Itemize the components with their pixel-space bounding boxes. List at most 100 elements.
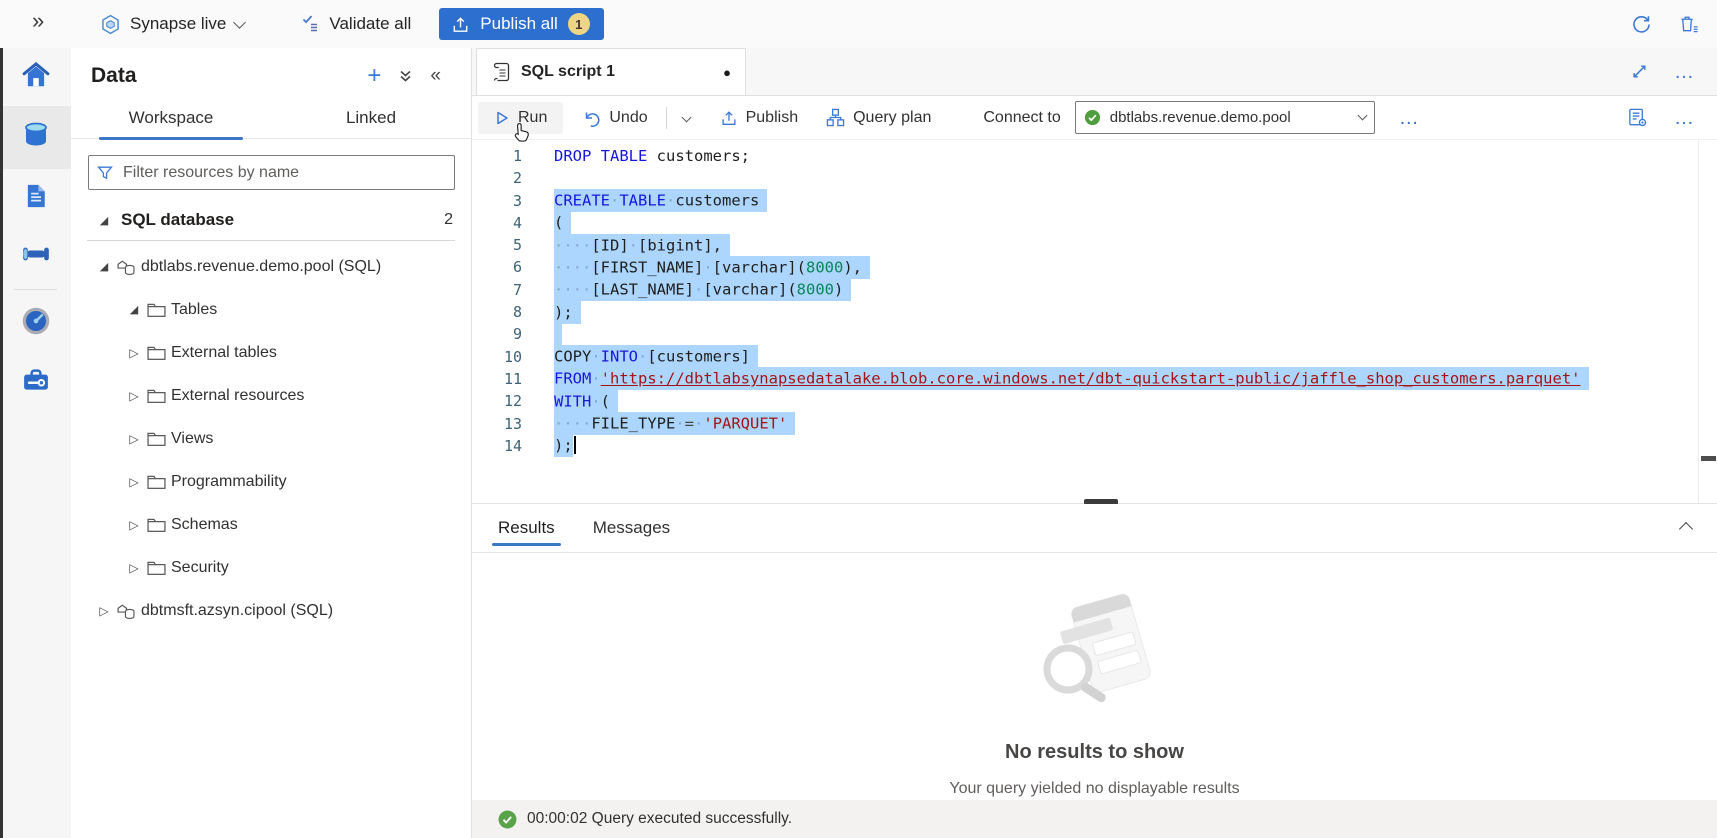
publish-icon xyxy=(720,109,738,127)
expand-node-icon[interactable]: ▷ xyxy=(127,432,141,446)
toolbar-more-icon[interactable]: … xyxy=(1399,113,1420,123)
no-results-illustration xyxy=(1020,593,1170,723)
toolbox-icon xyxy=(21,365,51,398)
code-line[interactable]: 1DROP TABLE customers; xyxy=(472,145,1717,167)
expand-node-icon[interactable]: ▷ xyxy=(127,346,141,360)
collapse-node-icon[interactable]: ◢ xyxy=(97,214,111,227)
undo-button[interactable]: Undo xyxy=(573,102,657,134)
sql-database-section[interactable]: ◢ SQL database 2 xyxy=(71,200,471,240)
tree-item-schemas[interactable]: ▷Schemas xyxy=(71,503,471,546)
tree-item-dbtlabs-revenue-demo-pool-sql[interactable]: ◢dbtlabs.revenue.demo.pool (SQL) xyxy=(71,245,471,288)
line-number: 10 xyxy=(472,346,530,368)
publish-button[interactable]: Publish xyxy=(710,102,808,134)
code-editor[interactable]: 1DROP TABLE customers;23CREATE·TABLE·cus… xyxy=(472,140,1717,503)
text-cursor xyxy=(574,436,576,454)
tab-sql-script-1[interactable]: SQL script 1 ● xyxy=(476,48,746,95)
publish-all-button[interactable]: Publish all 1 xyxy=(439,8,604,40)
collapse-panel-icon[interactable]: « xyxy=(430,65,441,87)
code-line[interactable]: 14); xyxy=(472,435,1717,457)
expand-node-icon[interactable]: ▷ xyxy=(127,389,141,403)
code-line[interactable]: 5····[ID]·[bigint], xyxy=(472,234,1717,256)
tree-item-external-tables[interactable]: ▷ External tables xyxy=(71,331,471,374)
toolbar-divider xyxy=(666,107,667,129)
code-line[interactable]: 12WITH·( xyxy=(472,390,1717,412)
line-number: 8 xyxy=(472,301,530,323)
nav-data[interactable] xyxy=(0,106,71,169)
code-line[interactable]: 2 xyxy=(472,167,1717,189)
code-line[interactable]: 11FROM·'https://dbtlabsynapsedatalake.bl… xyxy=(472,368,1717,390)
tab-workspace[interactable]: Workspace xyxy=(71,98,271,138)
tree-item-label: External tables xyxy=(171,344,277,362)
collapse-results-icon[interactable] xyxy=(1681,518,1691,539)
editor-tab-bar: SQL script 1 ● … xyxy=(472,48,1717,96)
tree-item-security[interactable]: ▷Security xyxy=(71,546,471,589)
pool-icon xyxy=(111,602,141,620)
line-number: 6 xyxy=(472,256,530,278)
tree-item-dbtmsft-azsyn-cipool-sql[interactable]: ▷dbtmsft.azsyn.cipool (SQL) xyxy=(71,589,471,632)
tree-item-views[interactable]: ▷Views xyxy=(71,417,471,460)
filter-funnel-icon xyxy=(97,165,113,181)
nav-integrate[interactable] xyxy=(0,227,71,285)
code-line[interactable]: 6····[FIRST_NAME]·[varchar](8000), xyxy=(472,256,1717,278)
undo-dropdown-icon[interactable] xyxy=(681,113,691,123)
editor-toolbar: Run Undo Publish Query plan xyxy=(472,96,1717,140)
tree-item-external-resources[interactable]: ▷External resources xyxy=(71,374,471,417)
tree-item-programmability[interactable]: ▷Programmability xyxy=(71,460,471,503)
left-nav-rail xyxy=(0,48,72,838)
nav-home[interactable] xyxy=(0,48,71,106)
line-number: 9 xyxy=(472,323,530,345)
section-count: 2 xyxy=(444,211,453,229)
expand-node-icon[interactable]: ▷ xyxy=(127,561,141,575)
line-number: 11 xyxy=(472,368,530,390)
publish-label: Publish xyxy=(746,109,798,127)
connect-to-label: Connect to xyxy=(983,109,1060,127)
expand-rail-icon[interactable]: » xyxy=(32,8,44,34)
tab-results[interactable]: Results xyxy=(486,504,567,552)
add-resource-icon[interactable]: + xyxy=(367,67,381,85)
tab-linked[interactable]: Linked xyxy=(271,98,471,138)
collapse-node-icon[interactable]: ◢ xyxy=(127,303,141,316)
line-number: 2 xyxy=(472,167,530,189)
line-number: 13 xyxy=(472,413,530,435)
expand-node-icon[interactable]: ▷ xyxy=(127,475,141,489)
query-status-bar: 00:00:02 Query executed successfully. xyxy=(472,800,1717,838)
publish-all-label: Publish all xyxy=(480,14,558,34)
expand-editor-icon[interactable] xyxy=(1631,63,1648,80)
expand-node-icon[interactable]: ▷ xyxy=(127,518,141,532)
code-line[interactable]: 13····FILE_TYPE·=·'PARQUET' xyxy=(472,413,1717,435)
collapse-node-icon[interactable]: ◢ xyxy=(97,260,111,273)
collapse-all-icon[interactable] xyxy=(398,68,413,84)
editor-scrollbar-thumb[interactable] xyxy=(1701,456,1716,461)
tab-more-icon[interactable]: … xyxy=(1674,67,1695,77)
synapse-live-dropdown[interactable]: Synapse live xyxy=(100,14,244,35)
tab-messages[interactable]: Messages xyxy=(581,504,682,552)
nav-manage[interactable] xyxy=(0,352,71,410)
properties-icon[interactable] xyxy=(1627,107,1648,128)
unsaved-dot-icon: ● xyxy=(723,65,731,80)
line-number: 3 xyxy=(472,190,530,212)
tree-item-tables[interactable]: ◢Tables xyxy=(71,288,471,331)
discard-trash-icon[interactable] xyxy=(1678,14,1699,35)
code-line[interactable]: 4( xyxy=(472,212,1717,234)
nav-develop[interactable] xyxy=(0,169,71,227)
code-line[interactable]: 7····[LAST_NAME]·[varchar](8000) xyxy=(472,279,1717,301)
refresh-icon[interactable] xyxy=(1631,14,1652,35)
line-number: 5 xyxy=(472,234,530,256)
line-number: 7 xyxy=(472,279,530,301)
line-number: 14 xyxy=(472,435,530,457)
expand-node-icon[interactable]: ▷ xyxy=(97,604,111,618)
code-line[interactable]: 8); xyxy=(472,301,1717,323)
run-label: Run xyxy=(518,109,547,127)
nav-monitor[interactable] xyxy=(0,294,71,352)
code-line[interactable]: 10COPY·INTO·[customers] xyxy=(472,346,1717,368)
validate-all-button[interactable]: Validate all xyxy=(300,14,411,34)
code-line[interactable]: 3CREATE·TABLE·customers xyxy=(472,190,1717,212)
filter-input[interactable] xyxy=(121,163,446,183)
query-plan-button[interactable]: Query plan xyxy=(816,101,941,134)
connect-pool-dropdown[interactable]: dbtlabs.revenue.demo.pool xyxy=(1075,101,1375,134)
code-line[interactable]: 9 xyxy=(472,323,1717,345)
undo-icon xyxy=(583,109,601,127)
editor-more-icon[interactable]: … xyxy=(1674,113,1695,123)
gauge-icon xyxy=(21,306,51,341)
run-button[interactable]: Run xyxy=(478,102,563,134)
